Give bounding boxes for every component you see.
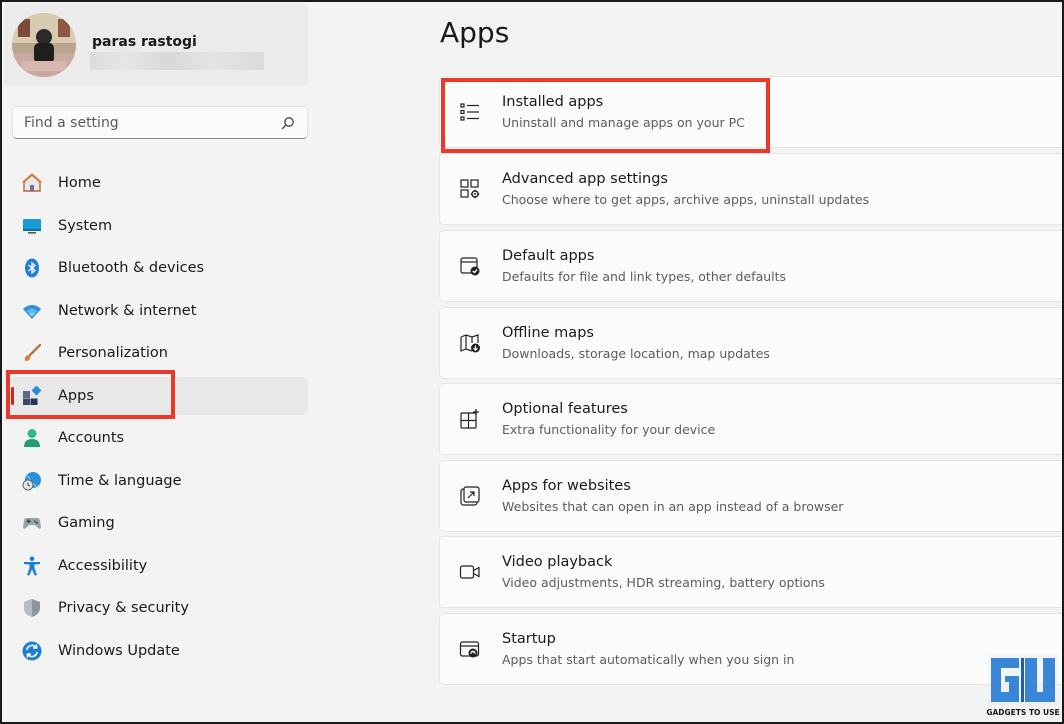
- sidebar-item-label: Accounts: [58, 430, 125, 446]
- sidebar-item-accessibility[interactable]: Accessibility: [8, 547, 308, 585]
- sidebar-item-label: Network & internet: [58, 303, 197, 319]
- card-title: Startup: [502, 631, 556, 647]
- bluetooth-icon: [25, 258, 39, 278]
- default-check-icon: [460, 257, 480, 276]
- card-title: Installed apps: [502, 94, 604, 110]
- card-title: Offline maps: [502, 325, 594, 341]
- gadgets-to-use-logo: GADGETS TO USE: [985, 652, 1061, 720]
- shield-icon: [24, 599, 40, 617]
- sidebar-item-bluetooth[interactable]: Bluetooth & devices: [8, 249, 308, 287]
- open-external-icon: [460, 486, 480, 506]
- grid-plus-icon: [460, 409, 479, 429]
- card-subtitle: Extra functionality for your device: [502, 422, 716, 437]
- apps-icon: [23, 386, 42, 405]
- sidebar-item-label: Time & language: [58, 473, 182, 489]
- card-optional-features[interactable]: Optional features Extra functionality fo…: [439, 383, 1064, 455]
- sidebar-item-privacy[interactable]: Privacy & security: [8, 589, 308, 627]
- card-startup[interactable]: Startup Apps that start automatically wh…: [439, 613, 1064, 685]
- card-subtitle: Downloads, storage location, map updates: [502, 346, 770, 361]
- brush-icon: [24, 343, 42, 361]
- card-subtitle: Video adjustments, HDR streaming, batter…: [502, 575, 825, 590]
- user-profile[interactable]: paras rastogi: [4, 4, 308, 86]
- card-apps-for-websites[interactable]: Apps for websites Websites that can open…: [439, 460, 1064, 532]
- card-offline-maps[interactable]: Offline maps Downloads, storage location…: [439, 307, 1064, 379]
- home-icon: [22, 173, 42, 192]
- card-video-playback[interactable]: Video playback Video adjustments, HDR st…: [439, 536, 1064, 608]
- search-icon: [281, 117, 294, 130]
- sidebar-item-label: Windows Update: [58, 643, 180, 659]
- search-placeholder: Find a setting: [24, 115, 119, 131]
- globe-clock-icon: [22, 472, 41, 491]
- user-email-redacted: [90, 52, 264, 70]
- sidebar-item-apps[interactable]: Apps: [8, 377, 308, 415]
- wifi-icon: [23, 305, 41, 319]
- startup-icon: [459, 641, 480, 658]
- card-title: Advanced app settings: [502, 171, 668, 187]
- card-subtitle: Choose where to get apps, archive apps, …: [502, 192, 870, 207]
- card-default-apps[interactable]: Default apps Defaults for file and link …: [439, 230, 1064, 302]
- sidebar-item-label: Bluetooth & devices: [58, 260, 205, 276]
- video-icon: [459, 565, 480, 579]
- sidebar-item-time-language[interactable]: Time & language: [8, 462, 308, 500]
- app-gear-icon: [460, 179, 480, 199]
- sidebar-item-network[interactable]: Network & internet: [8, 292, 308, 330]
- card-subtitle: Uninstall and manage apps on your PC: [502, 115, 745, 130]
- sidebar-item-label: Gaming: [58, 515, 115, 531]
- card-title: Video playback: [502, 554, 613, 570]
- sidebar-item-accounts[interactable]: Accounts: [8, 419, 308, 457]
- card-installed-apps[interactable]: Installed apps Uninstall and manage apps…: [439, 76, 1064, 148]
- sidebar-item-system[interactable]: System: [8, 207, 308, 245]
- sidebar-item-label: Apps: [58, 388, 94, 404]
- sidebar-item-label: Home: [58, 175, 101, 191]
- active-indicator: [11, 387, 14, 405]
- sidebar-item-gaming[interactable]: Gaming: [8, 504, 308, 542]
- gamepad-icon: [23, 518, 41, 529]
- card-title: Optional features: [502, 401, 628, 417]
- card-subtitle: Websites that can open in an app instead…: [502, 499, 844, 514]
- update-icon: [22, 641, 42, 661]
- sidebar: paras rastogi Find a setting Home System: [0, 0, 310, 724]
- sidebar-item-label: Personalization: [58, 345, 168, 361]
- sidebar-item-home[interactable]: Home: [8, 164, 308, 202]
- sidebar-item-label: Accessibility: [58, 558, 148, 574]
- search-input[interactable]: Find a setting: [12, 106, 308, 139]
- person-icon: [24, 429, 40, 447]
- sidebar-item-windows-update[interactable]: Windows Update: [8, 632, 308, 670]
- card-subtitle: Defaults for file and link types, other …: [502, 269, 787, 284]
- list-icon: [460, 103, 479, 121]
- card-subtitle: Apps that start automatically when you s…: [502, 652, 795, 667]
- sidebar-item-label: Privacy & security: [58, 600, 189, 616]
- sidebar-item-label: System: [58, 218, 113, 234]
- accessibility-icon: [24, 556, 40, 576]
- map-icon: [460, 334, 480, 353]
- watermark-text: GADGETS TO USE: [986, 708, 1060, 717]
- card-title: Default apps: [502, 248, 595, 264]
- sidebar-item-personalization[interactable]: Personalization: [8, 334, 308, 372]
- avatar: [12, 13, 76, 77]
- page-title: Apps: [440, 16, 510, 49]
- card-advanced-app-settings[interactable]: Advanced app settings Choose where to ge…: [439, 153, 1064, 225]
- system-icon: [23, 219, 41, 234]
- user-name: paras rastogi: [92, 34, 197, 50]
- card-title: Apps for websites: [502, 478, 631, 494]
